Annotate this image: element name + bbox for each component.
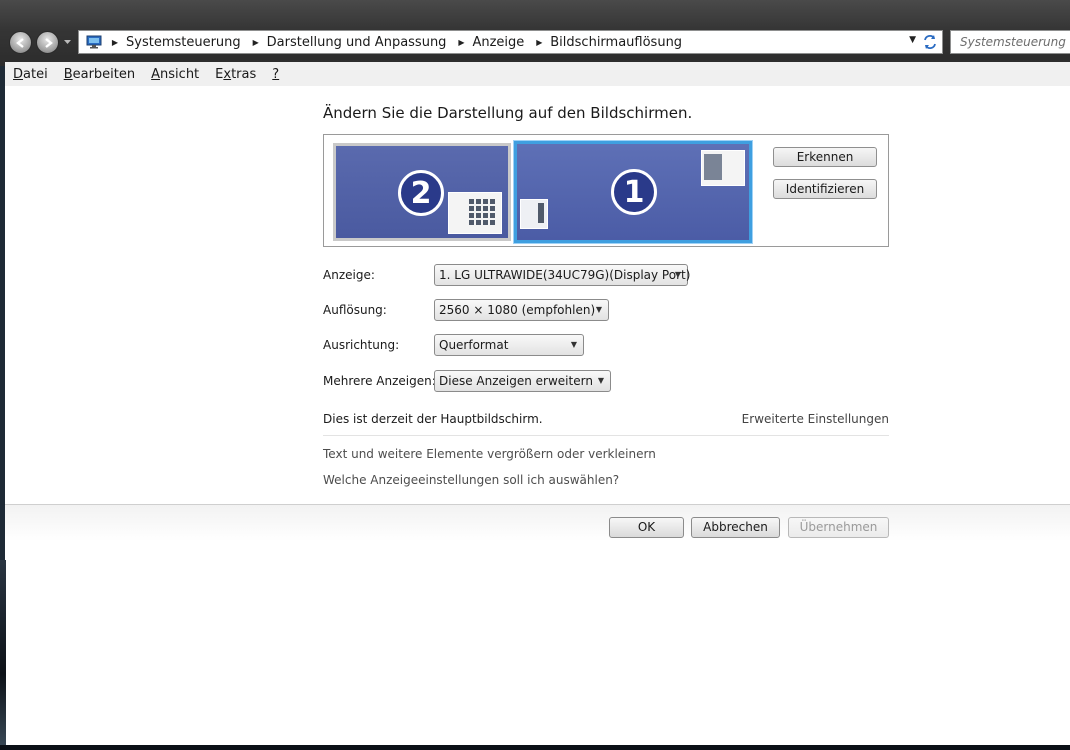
orientation-label: Ausrichtung: — [323, 338, 400, 352]
identify-button[interactable]: Identifizieren — [773, 179, 877, 199]
forward-button[interactable] — [36, 31, 59, 54]
chevron-down-icon: ▼ — [570, 340, 577, 349]
address-history-dropdown-icon[interactable]: ▼ — [909, 35, 916, 45]
detect-button[interactable]: Erkennen — [773, 147, 877, 167]
monitor-number-badge: 1 — [611, 169, 657, 215]
arrow-left-icon — [15, 37, 24, 48]
menu-help[interactable]: ? — [264, 67, 287, 82]
monitor-2[interactable]: 2 — [333, 143, 511, 241]
page-title: Ändern Sie die Darstellung auf den Bilds… — [323, 104, 693, 122]
breadcrumb-systemsteuerung[interactable]: Systemsteuerung — [122, 35, 249, 50]
breadcrumb-separator-icon[interactable]: ▶ — [532, 38, 546, 47]
cancel-button[interactable]: Abbrechen — [691, 517, 780, 538]
mini-window-icon — [448, 192, 502, 234]
monitor-1-selected[interactable]: 1 — [514, 141, 752, 243]
main-content: Ändern Sie die Darstellung auf den Bilds… — [5, 86, 1070, 745]
menu-extras[interactable]: Extras — [207, 67, 264, 82]
control-panel-icon — [86, 35, 102, 49]
monitor-number-badge: 2 — [398, 170, 444, 216]
mini-window-icon — [701, 150, 745, 186]
breadcrumb-separator-icon[interactable]: ▶ — [108, 38, 122, 47]
help-display-settings-link[interactable]: Welche Anzeigeeinstellungen soll ich aus… — [323, 473, 619, 487]
desktop-background — [0, 560, 6, 750]
menu-datei[interactable]: Datei — [5, 67, 56, 82]
back-button[interactable] — [9, 31, 32, 54]
ok-button[interactable]: OK — [609, 517, 684, 538]
divider — [323, 435, 889, 436]
window-titlebar: ▶ Systemsteuerung ▶ Darstellung und Anpa… — [0, 0, 1070, 66]
orientation-select[interactable]: Querformat ▼ — [434, 334, 584, 356]
resolution-select[interactable]: 2560 × 1080 (empfohlen) ▼ — [434, 299, 609, 321]
breadcrumb-darstellung[interactable]: Darstellung und Anpassung — [263, 35, 455, 50]
resolution-label: Auflösung: — [323, 303, 387, 317]
arrow-right-icon — [44, 37, 53, 48]
menu-bearbeiten[interactable]: Bearbeiten — [56, 67, 143, 82]
mini-window-icon — [520, 199, 548, 229]
chevron-down-icon: ▼ — [595, 305, 602, 314]
refresh-icon[interactable] — [922, 34, 938, 50]
text-size-link[interactable]: Text und weitere Elemente vergrößern ode… — [323, 447, 656, 461]
multiple-displays-label: Mehrere Anzeigen: — [323, 374, 436, 388]
multiple-displays-select[interactable]: Diese Anzeigen erweitern ▼ — [434, 370, 611, 392]
display-select[interactable]: 1. LG ULTRAWIDE(34UC79G)(Display Port) ▼ — [434, 264, 690, 286]
breadcrumb-separator-icon[interactable]: ▶ — [249, 38, 263, 47]
chevron-down-icon: ▼ — [674, 270, 681, 279]
menu-bar: Datei Bearbeiten Ansicht Extras ? — [5, 62, 1070, 87]
breadcrumb-separator-icon[interactable]: ▶ — [454, 38, 468, 47]
dialog-footer — [5, 505, 1070, 541]
desktop-background — [0, 745, 1070, 750]
chevron-down-icon: ▼ — [597, 376, 604, 385]
breadcrumb-anzeige[interactable]: Anzeige — [468, 35, 532, 50]
primary-display-status: Dies ist derzeit der Hauptbildschirm. — [323, 412, 543, 426]
search-input[interactable]: Systemsteuerung du — [950, 30, 1070, 54]
menu-ansicht[interactable]: Ansicht — [143, 67, 207, 82]
recent-pages-dropdown[interactable] — [63, 37, 72, 46]
apply-button[interactable]: Übernehmen — [788, 517, 889, 538]
address-bar[interactable]: ▶ Systemsteuerung ▶ Darstellung und Anpa… — [78, 30, 943, 54]
display-label: Anzeige: — [323, 268, 375, 282]
breadcrumb-bildschirmaufloesung[interactable]: Bildschirmauflösung — [546, 35, 690, 50]
advanced-settings-link[interactable]: Erweiterte Einstellungen — [742, 412, 889, 426]
